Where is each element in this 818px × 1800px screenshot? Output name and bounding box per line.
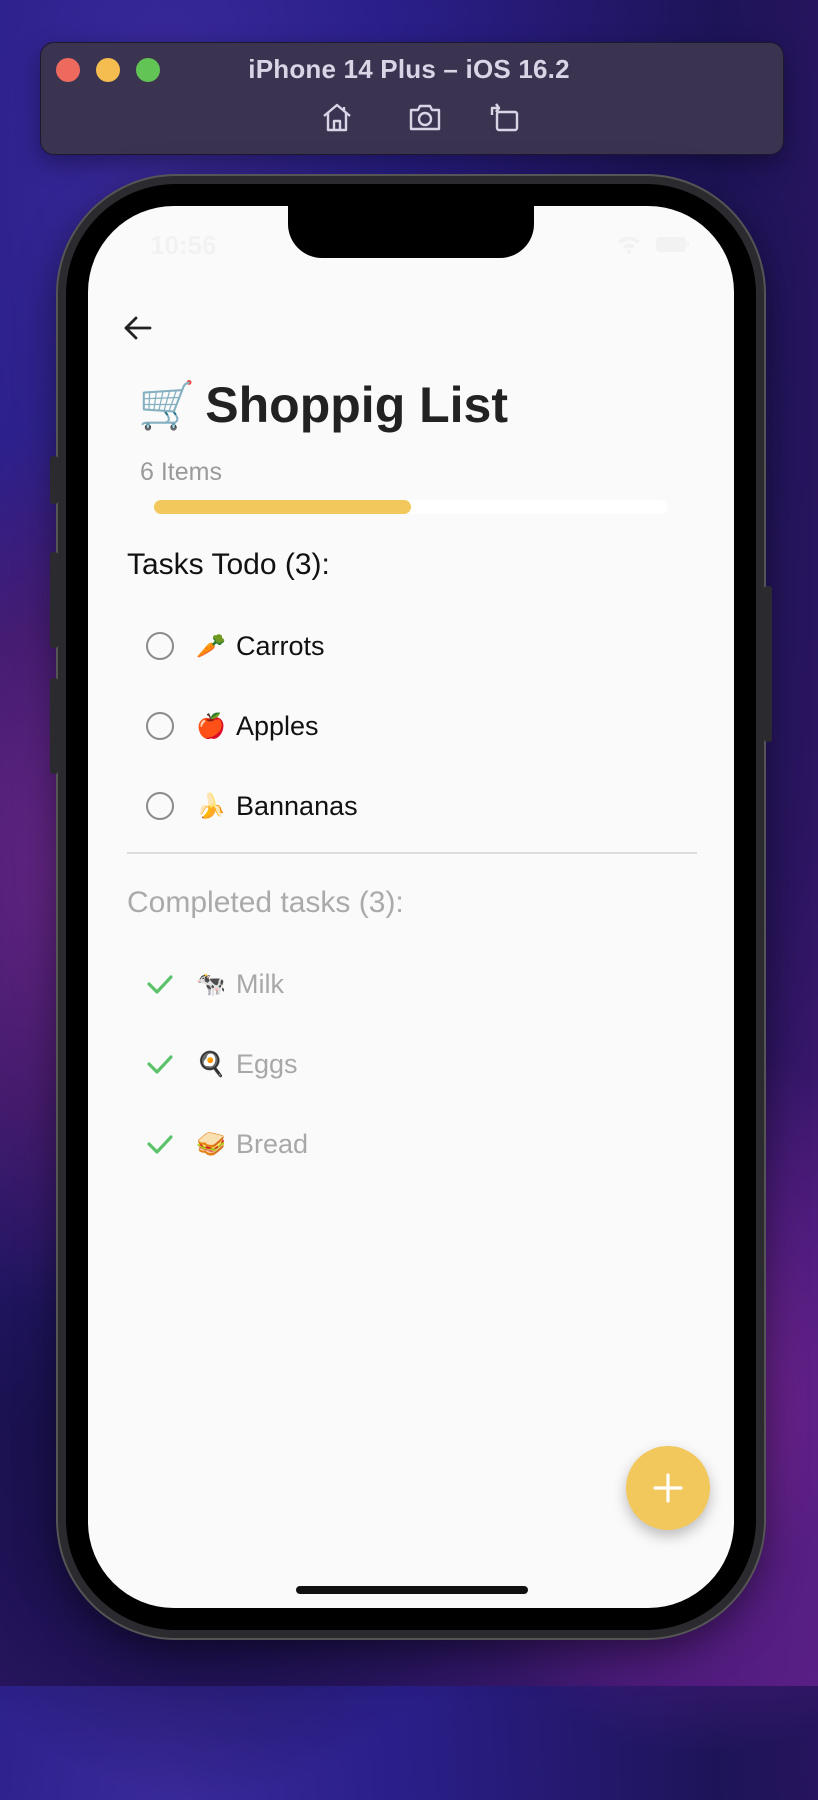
unchecked-circle-icon[interactable] [146, 712, 174, 740]
dynamic-notch [288, 206, 534, 258]
mute-switch [50, 456, 58, 504]
status-time: 10:56 [150, 230, 217, 260]
task-label: Carrots [236, 630, 325, 661]
task-label: Apples [236, 710, 319, 741]
shopping-cart-icon: 🛒 [138, 378, 196, 431]
wifi-icon [618, 236, 640, 255]
back-arrow-icon[interactable] [120, 310, 156, 346]
checkmark-icon[interactable] [146, 970, 174, 998]
plus-icon [653, 1473, 683, 1503]
apple-icon: 🍎 [196, 712, 226, 740]
volume-down-button [50, 678, 58, 774]
unchecked-circle-icon[interactable] [146, 632, 174, 660]
page-title: Shoppig List [205, 377, 509, 433]
fried-egg-icon: 🍳 [196, 1050, 226, 1078]
todo-item-carrots[interactable]: 🥕 Carrots [146, 626, 325, 666]
task-label: Bread [236, 1128, 309, 1159]
progress-bar [154, 500, 668, 514]
home-icon[interactable] [320, 101, 354, 133]
rotate-icon[interactable] [488, 101, 522, 133]
cow-icon: 🐄 [196, 970, 226, 998]
checkmark-icon[interactable] [146, 1130, 174, 1158]
task-label: Milk [236, 968, 284, 999]
todo-item-bannanas[interactable]: 🍌 Bannanas [146, 786, 358, 826]
completed-item-milk[interactable]: 🐄 Milk [146, 964, 284, 1004]
page-title-row: 🛒 Shoppig List [138, 376, 508, 434]
completed-heading: Completed tasks (3): [127, 886, 404, 919]
carrot-icon: 🥕 [196, 632, 226, 660]
sandwich-icon: 🥪 [196, 1130, 226, 1158]
screenshot-icon[interactable] [408, 101, 442, 133]
simulator-title: iPhone 14 Plus – iOS 16.2 [248, 54, 570, 84]
add-item-button[interactable] [626, 1446, 710, 1530]
items-count: 6 Items [140, 458, 222, 486]
completed-item-eggs[interactable]: 🍳 Eggs [146, 1044, 298, 1084]
completed-item-bread[interactable]: 🥪 Bread [146, 1124, 308, 1164]
section-divider [127, 852, 697, 854]
todo-heading: Tasks Todo (3): [127, 548, 330, 581]
progress-fill [154, 500, 411, 514]
checkmark-icon[interactable] [146, 1050, 174, 1078]
todo-item-apples[interactable]: 🍎 Apples [146, 706, 319, 746]
volume-up-button [50, 552, 58, 648]
home-indicator[interactable] [296, 1586, 528, 1594]
power-button [764, 586, 772, 742]
unchecked-circle-icon[interactable] [146, 792, 174, 820]
banana-icon: 🍌 [196, 792, 226, 820]
task-label: Eggs [236, 1048, 298, 1079]
status-icons [616, 232, 690, 256]
battery-icon [656, 237, 689, 252]
task-label: Bannanas [236, 790, 358, 821]
